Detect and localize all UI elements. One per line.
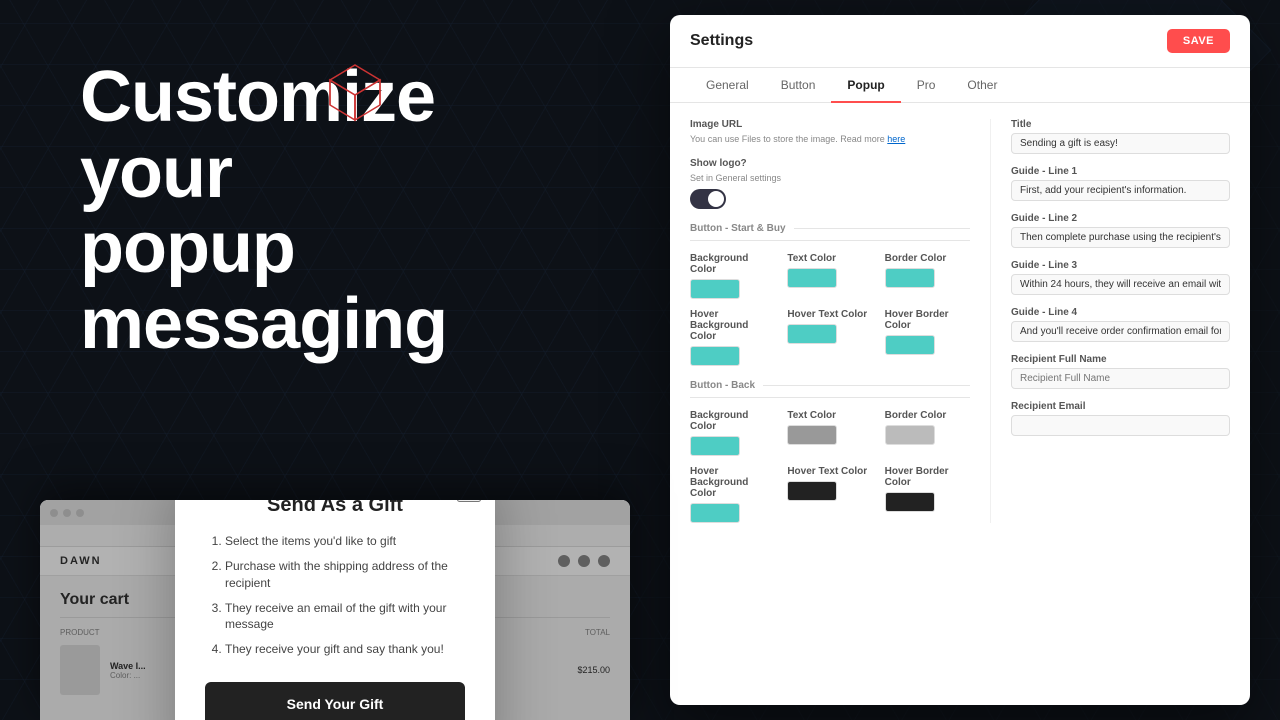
title-label: Title xyxy=(1011,119,1230,130)
settings-left-col: Image URL You can use Files to store the… xyxy=(690,119,970,523)
hover-colors-row-1: Hover Background Color Hover Text Color … xyxy=(690,309,970,366)
tab-pro[interactable]: Pro xyxy=(901,68,952,102)
recipient-email-label: Recipient Email xyxy=(1011,401,1230,412)
modal-close-button[interactable]: ✕ xyxy=(457,500,481,502)
save-button[interactable]: SAVE xyxy=(1167,29,1230,53)
guide-line1-field: Guide - Line 1 xyxy=(1011,166,1230,201)
recipient-name-input[interactable] xyxy=(1011,368,1230,389)
guide-line1-label: Guide - Line 1 xyxy=(1011,166,1230,177)
text-color-swatch[interactable] xyxy=(787,268,837,288)
modal-step-item: They receive an email of the gift with y… xyxy=(225,600,465,634)
title-field: Title xyxy=(1011,119,1230,154)
tab-general[interactable]: General xyxy=(690,68,765,102)
border-color-field: Border Color xyxy=(885,253,970,299)
image-url-sub: You can use Files to store the image. Re… xyxy=(690,134,970,144)
settings-right-col: Title Guide - Line 1 Guide - Line 2 xyxy=(990,119,1230,523)
left-section: Customize your popup messaging 🎁 Free sh… xyxy=(0,0,640,720)
recipient-name-label: Recipient Full Name xyxy=(1011,354,1230,365)
tab-button[interactable]: Button xyxy=(765,68,832,102)
guide-line1-input[interactable] xyxy=(1011,180,1230,201)
back-hover-text-field: Hover Text Color xyxy=(787,466,872,523)
image-url-link[interactable]: here xyxy=(887,134,905,144)
guide-line4-label: Guide - Line 4 xyxy=(1011,307,1230,318)
back-border-swatch[interactable] xyxy=(885,425,935,445)
hover-text-swatch[interactable] xyxy=(787,324,837,344)
back-text-field: Text Color xyxy=(787,410,872,456)
settings-title: Settings xyxy=(690,32,753,50)
colors-row-2: Background Color Text Color Border Color xyxy=(690,410,970,456)
colors-row-1: Background Color Text Color Border Color xyxy=(690,253,970,299)
hover-colors-row-2: Hover Background Color Hover Text Color … xyxy=(690,466,970,523)
back-hover-text-swatch[interactable] xyxy=(787,481,837,501)
guide-line3-input[interactable] xyxy=(1011,274,1230,295)
hover-text-field: Hover Text Color xyxy=(787,309,872,366)
settings-body: Image URL You can use Files to store the… xyxy=(670,103,1250,539)
modal-step-item: Purchase with the shipping address of th… xyxy=(225,558,465,592)
right-section: Settings SAVE General Button Popup Pro O… xyxy=(640,0,1280,720)
text-color-field: Text Color xyxy=(787,253,872,299)
hover-border-field: Hover Border Color xyxy=(885,309,970,366)
recipient-name-field: Recipient Full Name xyxy=(1011,354,1230,389)
hover-bg-swatch[interactable] xyxy=(690,346,740,366)
modal-step-item: They receive your gift and say thank you… xyxy=(225,641,465,658)
recipient-email-field: Recipient Email xyxy=(1011,401,1230,436)
guide-line3-field: Guide - Line 3 xyxy=(1011,260,1230,295)
guide-line3-label: Guide - Line 3 xyxy=(1011,260,1230,271)
store-preview: 🎁 Free shipping on all orders! → DAWN Ba… xyxy=(40,500,630,720)
border-color-swatch[interactable] xyxy=(885,268,935,288)
guide-line2-label: Guide - Line 2 xyxy=(1011,213,1230,224)
modal-title: Send As a Gift xyxy=(205,500,465,517)
back-hover-border-field: Hover Border Color xyxy=(885,466,970,523)
bg-color-field: Background Color xyxy=(690,253,775,299)
button-start-buy-section: Button - Start & Buy xyxy=(690,223,970,241)
tab-other[interactable]: Other xyxy=(951,68,1013,102)
main-content: Customize your popup messaging 🎁 Free sh… xyxy=(0,0,1280,720)
show-logo-toggle[interactable] xyxy=(690,189,726,209)
back-hover-bg-field: Hover Background Color xyxy=(690,466,775,523)
show-logo-sub: Set in General settings xyxy=(690,173,970,183)
title-input[interactable] xyxy=(1011,133,1230,154)
back-bg-field: Background Color xyxy=(690,410,775,456)
settings-main-row: Image URL You can use Files to store the… xyxy=(690,119,1230,523)
settings-panel: Settings SAVE General Button Popup Pro O… xyxy=(670,15,1250,705)
back-text-swatch[interactable] xyxy=(787,425,837,445)
back-bg-swatch[interactable] xyxy=(690,436,740,456)
button-back-section: Button - Back xyxy=(690,380,970,398)
hover-border-swatch[interactable] xyxy=(885,335,935,355)
gift-modal: ✕ Send As a Gift Select the items you'd … xyxy=(175,500,495,720)
guide-line2-field: Guide - Line 2 xyxy=(1011,213,1230,248)
bg-color-swatch[interactable] xyxy=(690,279,740,299)
back-border-field: Border Color xyxy=(885,410,970,456)
image-url-field: Image URL You can use Files to store the… xyxy=(690,119,970,144)
hover-bg-field: Hover Background Color xyxy=(690,309,775,366)
logo-toggle-wrapper xyxy=(690,189,970,209)
toggle-knob xyxy=(708,191,724,207)
settings-tabs: General Button Popup Pro Other xyxy=(670,68,1250,103)
modal-steps-list: Select the items you'd like to gift Purch… xyxy=(205,533,465,658)
modal-step-item: Select the items you'd like to gift xyxy=(225,533,465,550)
back-hover-border-swatch[interactable] xyxy=(885,492,935,512)
back-hover-bg-swatch[interactable] xyxy=(690,503,740,523)
guide-line4-field: Guide - Line 4 xyxy=(1011,307,1230,342)
image-url-label: Image URL xyxy=(690,119,970,130)
show-logo-field: Show logo? Set in General settings xyxy=(690,158,970,209)
settings-header: Settings SAVE xyxy=(670,15,1250,68)
guide-line2-input[interactable] xyxy=(1011,227,1230,248)
send-gift-button[interactable]: Send Your Gift xyxy=(205,682,465,720)
show-logo-label: Show logo? xyxy=(690,158,970,169)
hero-title-line2: popup messaging xyxy=(80,208,447,364)
recipient-email-input[interactable] xyxy=(1011,415,1230,436)
cube-icon xyxy=(315,55,395,140)
modal-overlay: ✕ Send As a Gift Select the items you'd … xyxy=(40,500,630,720)
guide-line4-input[interactable] xyxy=(1011,321,1230,342)
tab-popup[interactable]: Popup xyxy=(831,68,900,102)
